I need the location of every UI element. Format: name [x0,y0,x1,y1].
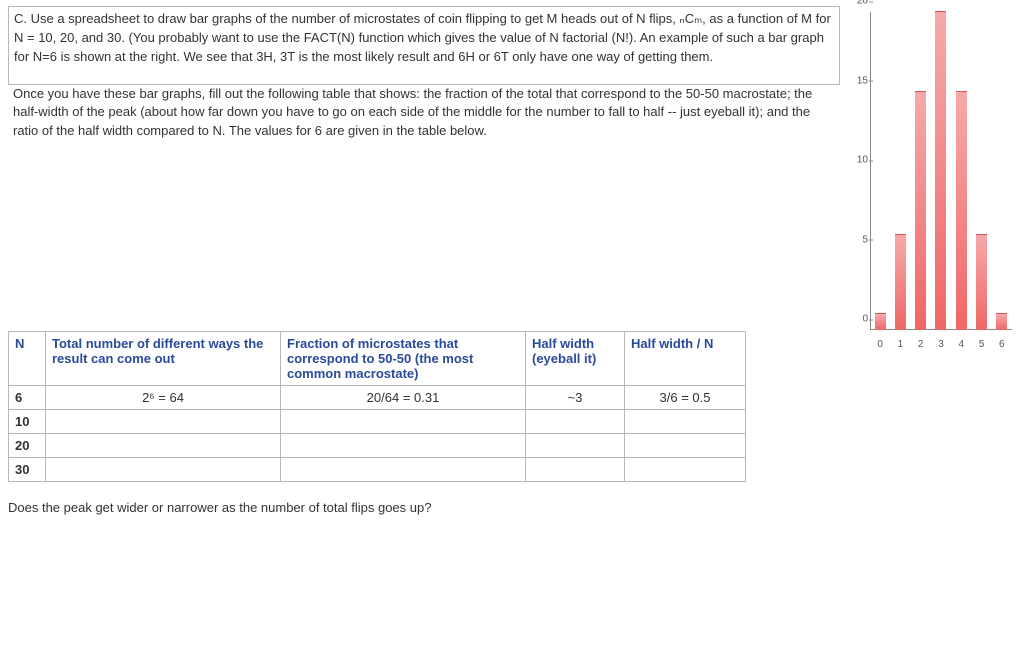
table-row: 20 [9,434,746,458]
x-tick: 2 [915,339,926,350]
cell-ratio[interactable] [625,458,746,482]
intro-box: C. Use a spreadsheet to draw bar graphs … [8,6,840,85]
x-tick: 5 [976,339,987,350]
y-tick: 0 [842,314,868,325]
cell-total: 2⁶ = 64 [46,386,281,410]
paragraph-2: Once you have these bar graphs, fill out… [8,85,840,142]
cell-ratio[interactable] [625,434,746,458]
cell-n: 20 [9,434,46,458]
table-row: 6 2⁶ = 64 20/64 = 0.31 ~3 3/6 = 0.5 [9,386,746,410]
bar [935,11,946,330]
cell-fraction[interactable] [281,434,526,458]
y-axis: 05101520 [842,12,868,330]
paragraph-1: C. Use a spreadsheet to draw bar graphs … [14,10,834,67]
y-tick: 20 [842,0,868,7]
th-fraction: Fraction of microstates that correspond … [281,332,526,386]
cell-fraction[interactable] [281,458,526,482]
cell-fraction[interactable] [281,410,526,434]
x-tick: 1 [895,339,906,350]
x-axis: 0123456 [870,339,1012,350]
cell-fraction: 20/64 = 0.31 [281,386,526,410]
bar [915,91,926,331]
x-tick: 0 [875,339,886,350]
cell-halfwidth[interactable] [526,434,625,458]
cell-n: 10 [9,410,46,434]
followup-question: Does the peak get wider or narrower as t… [8,500,1016,515]
bar [895,234,906,330]
bar [976,234,987,330]
x-tick: 6 [996,339,1007,350]
cell-halfwidth[interactable] [526,458,625,482]
y-tick: 15 [842,75,868,86]
table-row: 30 [9,458,746,482]
cell-halfwidth[interactable] [526,410,625,434]
th-total: Total number of different ways the resul… [46,332,281,386]
th-n: N [9,332,46,386]
bar-chart: 05101520 0123456 [842,4,1018,360]
x-tick: 4 [956,339,967,350]
x-tick: 3 [935,339,946,350]
cell-total[interactable] [46,410,281,434]
cell-ratio: 3/6 = 0.5 [625,386,746,410]
th-ratio: Half width / N [625,332,746,386]
cell-halfwidth: ~3 [526,386,625,410]
th-halfwidth: Half width (eyeball it) [526,332,625,386]
bar [956,91,967,331]
cell-ratio[interactable] [625,410,746,434]
y-tick: 10 [842,155,868,166]
cell-n: 6 [9,386,46,410]
cell-n: 30 [9,458,46,482]
bar [875,313,886,330]
plot-area [870,12,1012,330]
table-row: 10 [9,410,746,434]
bar [996,313,1007,330]
y-tick: 5 [842,234,868,245]
cell-total[interactable] [46,458,281,482]
data-table: N Total number of different ways the res… [8,331,746,482]
cell-total[interactable] [46,434,281,458]
